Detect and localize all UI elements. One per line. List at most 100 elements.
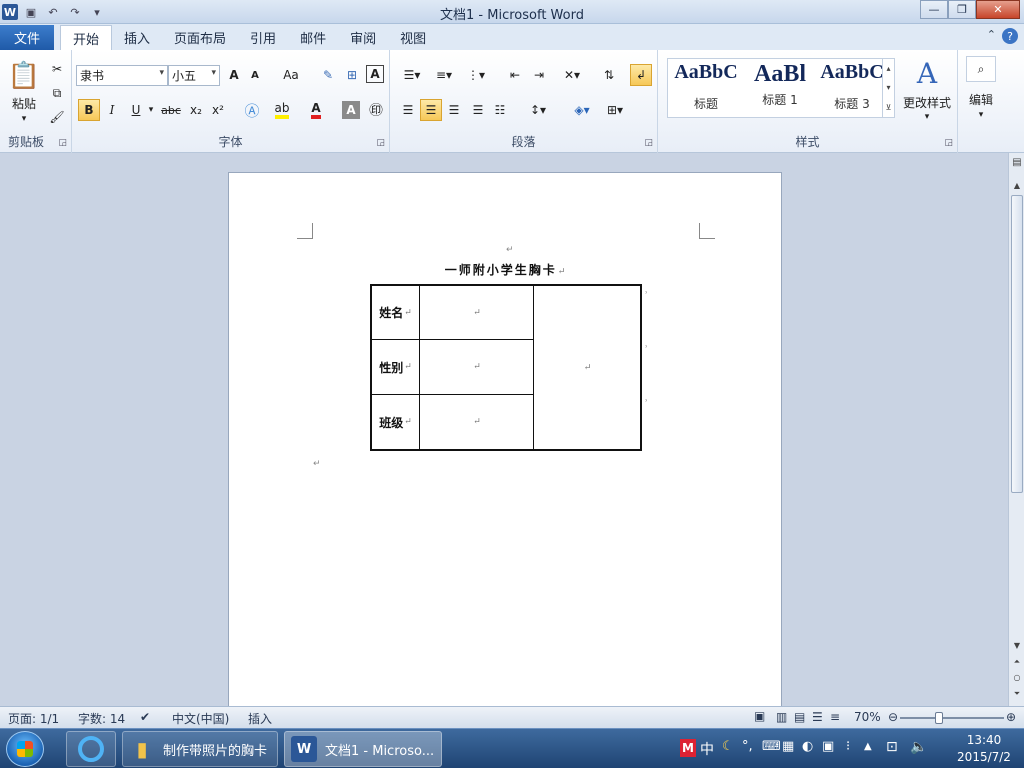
photo-cell[interactable]: ↵ xyxy=(534,286,640,449)
paste-icon[interactable]: 📋 xyxy=(6,56,42,96)
show-formatting-icon[interactable]: ↲ xyxy=(630,64,652,86)
chevron-up-icon[interactable]: ▴ xyxy=(886,64,890,73)
tab-review[interactable]: 审阅 xyxy=(338,25,388,50)
page-count[interactable]: 页面: 1/1 xyxy=(8,710,59,727)
font-launcher-icon[interactable]: ◲ xyxy=(376,138,385,148)
increase-indent-icon[interactable]: ⇥ xyxy=(528,64,550,86)
document-page[interactable]: ↵ 一师附小学生胸卡↵ 姓名 ↵ ↵ 性别 ↵ ↵ 班级 ↵ ↵ ↵ ʾ ʾ ʾ… xyxy=(228,172,782,706)
bold-button[interactable]: B xyxy=(78,99,100,121)
full-screen-reading-icon[interactable]: ▥ xyxy=(776,710,787,724)
tab-page-layout[interactable]: 页面布局 xyxy=(162,25,238,50)
class-value-cell[interactable]: ↵ xyxy=(420,395,534,449)
start-button[interactable] xyxy=(6,731,44,767)
phonetic-guide-icon[interactable]: ✎ xyxy=(318,64,338,86)
chinese-layout-icon[interactable]: ✕▾ xyxy=(558,64,586,86)
taskbar-item-folder[interactable]: ▮ 制作带照片的胸卡 xyxy=(122,731,278,767)
style-title[interactable]: AaBbC 标题 xyxy=(670,61,742,116)
cut-icon[interactable]: ✂ xyxy=(48,58,66,80)
tab-mailings[interactable]: 邮件 xyxy=(288,25,338,50)
justify-icon[interactable]: ☰ xyxy=(468,99,488,121)
zoom-slider-handle[interactable] xyxy=(935,712,943,724)
line-spacing-icon[interactable]: ↕▾ xyxy=(524,99,552,121)
ime-menu-icon[interactable]: ⁝ xyxy=(846,739,850,754)
character-shading-icon[interactable]: A xyxy=(342,101,360,119)
keyboard-icon[interactable]: ⌨ xyxy=(762,739,781,754)
shrink-font-button[interactable]: A xyxy=(246,64,264,86)
show-hidden-icons[interactable]: ▲ xyxy=(864,741,872,752)
highlight-color-button[interactable]: ab xyxy=(270,99,294,121)
text-effects-icon[interactable]: Ⓐ xyxy=(240,99,264,121)
multilevel-list-icon[interactable]: ⋮▾ xyxy=(462,64,490,86)
align-center-icon[interactable]: ☰ xyxy=(420,99,442,121)
table-cell-label[interactable]: 姓名 ↵ xyxy=(372,286,420,340)
word-count[interactable]: 字数: 14 xyxy=(78,710,125,727)
enclose-characters-icon[interactable]: ㊞ xyxy=(366,99,386,121)
numbering-icon[interactable]: ≡▾ xyxy=(430,64,458,86)
previous-page-icon[interactable]: ⏶ xyxy=(1009,657,1024,667)
punctuation-icon[interactable]: °, xyxy=(742,739,753,754)
zoom-level[interactable]: 70% xyxy=(854,710,881,724)
chevron-down-icon[interactable]: ▾ xyxy=(900,106,954,128)
minimize-ribbon-icon[interactable]: ⌃ xyxy=(987,28,996,44)
ruler-toggle-icon[interactable]: ▤ xyxy=(1009,157,1024,168)
align-right-icon[interactable]: ☰ xyxy=(444,99,464,121)
underline-button[interactable]: U xyxy=(126,99,146,121)
italic-button[interactable]: I xyxy=(102,99,122,121)
ime-mode[interactable]: 中 xyxy=(700,739,714,759)
tab-file[interactable]: 文件 xyxy=(0,25,54,50)
format-painter-icon[interactable]: 🖌 xyxy=(48,106,66,128)
table-cell-label[interactable]: 性别 ↵ xyxy=(372,340,420,395)
clear-formatting-button[interactable]: A xyxy=(366,65,384,83)
decrease-indent-icon[interactable]: ⇤ xyxy=(504,64,526,86)
tab-insert[interactable]: 插入 xyxy=(112,25,162,50)
ime-settings-icon[interactable]: ▣ xyxy=(822,739,834,754)
select-browse-object-icon[interactable]: ○ xyxy=(1009,673,1024,682)
ime-toolbox-icon[interactable]: ▦ xyxy=(782,739,794,754)
help-icon[interactable]: ? xyxy=(1002,28,1018,44)
tab-view[interactable]: 视图 xyxy=(388,25,438,50)
badge-title[interactable]: 一师附小学生胸卡↵ xyxy=(229,261,783,278)
browser-taskbar-icon[interactable] xyxy=(66,731,116,767)
print-layout-view-icon[interactable]: ▣ xyxy=(754,709,772,726)
zoom-slider[interactable] xyxy=(900,712,1004,724)
borders-icon[interactable]: ⊞▾ xyxy=(600,99,630,121)
character-border-icon[interactable]: ⊞ xyxy=(342,64,362,86)
network-icon[interactable]: ⊡ xyxy=(886,739,898,755)
next-page-icon[interactable]: ⏷ xyxy=(1009,689,1024,699)
gender-value-cell[interactable]: ↵ xyxy=(420,340,534,395)
styles-launcher-icon[interactable]: ◲ xyxy=(944,138,953,148)
tab-references[interactable]: 引用 xyxy=(238,25,288,50)
change-case-button[interactable]: Aa xyxy=(278,64,304,86)
vertical-scrollbar[interactable]: ▤ ▲ ▼ ⏶ ○ ⏷ xyxy=(1008,153,1024,706)
table-cell-label[interactable]: 班级 ↵ xyxy=(372,395,420,449)
language-indicator[interactable]: 中文(中国) xyxy=(172,710,229,727)
distributed-icon[interactable]: ☷ xyxy=(490,99,510,121)
clipboard-launcher-icon[interactable]: ◲ xyxy=(58,138,67,148)
grow-font-button[interactable]: A xyxy=(224,64,244,86)
outline-view-icon[interactable]: ☰ xyxy=(812,710,823,724)
minimize-button[interactable]: — xyxy=(920,0,948,19)
web-layout-icon[interactable]: ▤ xyxy=(794,710,805,724)
ime-logo-icon[interactable]: M xyxy=(680,739,696,757)
scroll-down-icon[interactable]: ▼ xyxy=(1009,641,1024,650)
chevron-down-icon[interactable]: ▾ xyxy=(960,104,1002,126)
ime-skin-icon[interactable]: ◐ xyxy=(802,739,813,754)
binoculars-icon[interactable]: ⌕ xyxy=(966,56,996,82)
scroll-up-icon[interactable]: ▲ xyxy=(1009,181,1024,190)
styles-scroll[interactable]: ▴ ▾ ⊻ xyxy=(882,59,894,117)
underline-dropdown-icon[interactable]: ▾ xyxy=(146,99,156,121)
font-color-button[interactable]: A xyxy=(304,99,328,121)
change-styles-icon[interactable]: A xyxy=(902,56,952,90)
strikethrough-button[interactable]: abc xyxy=(158,99,184,121)
zoom-in-icon[interactable]: ⊕ xyxy=(1006,710,1016,724)
restore-button[interactable]: ❐ xyxy=(948,0,976,19)
sort-icon[interactable]: ⇅ xyxy=(598,64,620,86)
proofing-icon[interactable]: ✔ xyxy=(140,710,150,724)
taskbar-item-word[interactable]: W 文档1 - Microso... xyxy=(284,731,442,767)
copy-icon[interactable]: ⧉ xyxy=(48,82,66,104)
insert-mode[interactable]: 插入 xyxy=(248,710,272,727)
volume-icon[interactable]: 🔈 xyxy=(910,739,927,755)
font-family-select[interactable]: 隶书 ▾ xyxy=(76,65,168,86)
paragraph-launcher-icon[interactable]: ◲ xyxy=(644,138,653,148)
name-value-cell[interactable]: ↵ xyxy=(420,286,534,340)
